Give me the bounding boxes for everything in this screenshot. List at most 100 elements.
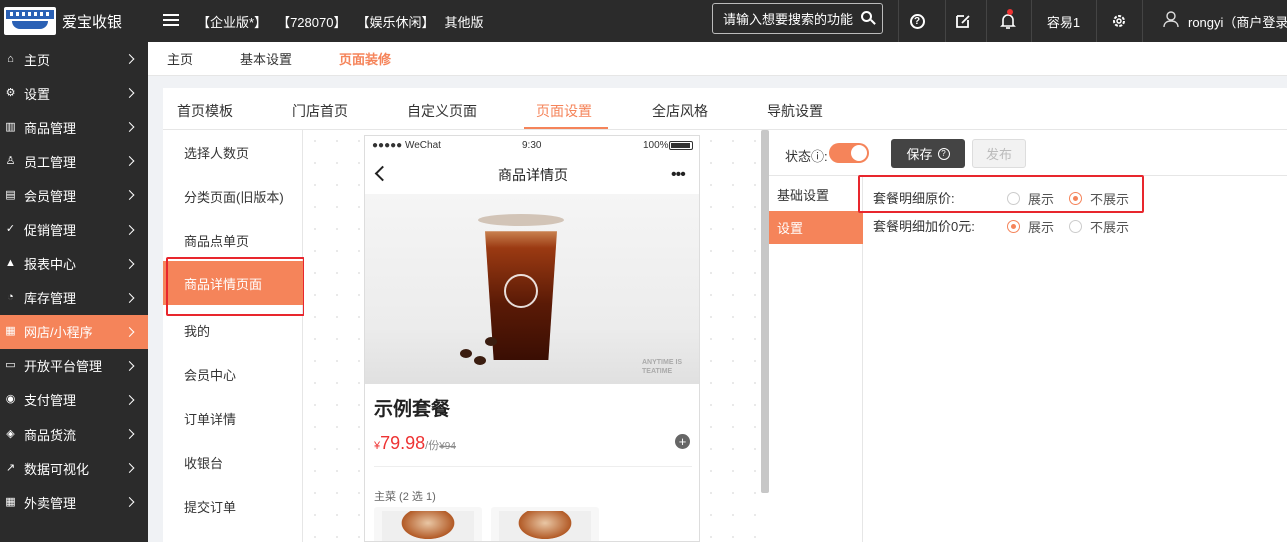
sidebar-item[interactable]: ▭ 开放平台管理 bbox=[0, 349, 148, 383]
radio-hide[interactable]: 不展示 bbox=[1069, 217, 1129, 236]
breadcrumb: 主页 基本设置 页面装修 bbox=[148, 42, 1287, 76]
sidebar-item[interactable]: ▤ 会员管理 bbox=[0, 178, 148, 212]
chevron-right-icon bbox=[124, 88, 135, 99]
phone-status-bar: ●●●●● WeChat 9:30 100% bbox=[365, 136, 699, 156]
gear-icon: ⚙ bbox=[5, 86, 16, 99]
tab-store-home[interactable]: 门店首页 bbox=[292, 101, 348, 121]
tab-store-style[interactable]: 全店风格 bbox=[652, 101, 708, 121]
tab-nav-settings[interactable]: 导航设置 bbox=[767, 101, 823, 121]
sidebar-item[interactable]: ♙ 员工管理 bbox=[0, 144, 148, 178]
chevron-right-icon bbox=[124, 360, 135, 371]
page-list-item[interactable]: 会员中心 bbox=[163, 352, 303, 396]
tab-bar: 首页模板 门店首页 自定义页面 页面设置 全店风格 导航设置 bbox=[163, 88, 1287, 130]
page-list-item[interactable]: 商品点单页 bbox=[163, 218, 303, 262]
tab-page-settings[interactable]: 页面设置 bbox=[536, 101, 592, 121]
user-name[interactable]: rongyi（商户登录 bbox=[1188, 12, 1287, 31]
menu-toggle-icon[interactable] bbox=[163, 11, 179, 27]
preview-scrollbar[interactable] bbox=[761, 130, 769, 493]
settings-nav-settings[interactable]: 设置 bbox=[769, 211, 863, 244]
search-input[interactable]: 请输入想要搜索的功能 bbox=[712, 3, 883, 34]
publish-button[interactable]: 发布 bbox=[972, 139, 1026, 168]
top-bar: 爱宝收银 【企业版*】 【728070】 【娱乐休闲】 其他版 请输入想要搜索的… bbox=[0, 0, 1287, 42]
sidebar-item-label: 网店/小程序 bbox=[24, 325, 93, 341]
highlight-box-option bbox=[858, 175, 1144, 213]
sidebar-item-label: 支付管理 bbox=[24, 393, 77, 409]
sidebar-item-label: 商品货流 bbox=[24, 427, 77, 443]
chevron-right-icon bbox=[124, 292, 135, 303]
status-toggle[interactable] bbox=[829, 143, 869, 163]
sidebar-item[interactable]: ↗ 数据可视化 bbox=[0, 451, 148, 485]
image-caption-line-1: ANYTIME IS bbox=[642, 359, 683, 366]
chevron-right-icon bbox=[124, 395, 135, 405]
battery-text: 100% bbox=[643, 140, 669, 151]
coffee-bean bbox=[474, 356, 486, 365]
sidebar-item-label: 报表中心 bbox=[24, 257, 77, 273]
more-dots-icon[interactable]: ••• bbox=[671, 166, 686, 184]
add-to-cart-icon[interactable]: + bbox=[675, 434, 690, 449]
page-list: 选择人数页 分类页面(旧版本) 商品点单页 商品详情页面 我的 会员中心 订单详情 收银台 提交… bbox=[163, 130, 303, 542]
price-unit: /份 bbox=[425, 440, 440, 452]
status-time: 9:30 bbox=[522, 140, 542, 151]
original-price: ¥94 bbox=[439, 441, 456, 452]
edition-link[interactable]: 【企业版*】 bbox=[197, 12, 267, 31]
store-switch[interactable]: 容易1 bbox=[1031, 0, 1095, 42]
tab-custom-page[interactable]: 自定义页面 bbox=[407, 101, 477, 121]
settings-nav: 基础设置 设置 bbox=[769, 176, 863, 542]
settings-nav-basic[interactable]: 基础设置 bbox=[769, 178, 863, 211]
chevron-right-icon bbox=[124, 258, 135, 269]
battery-icon bbox=[669, 141, 693, 150]
staff-icon: ♙ bbox=[5, 154, 16, 167]
sidebar-item[interactable]: ⌂ 主页 bbox=[0, 42, 148, 76]
save-help-icon: ? bbox=[937, 147, 950, 160]
page-list-item[interactable]: 选择人数页 bbox=[163, 130, 303, 174]
notification-bell-icon[interactable] bbox=[986, 0, 1029, 42]
sidebar-item-label: 库存管理 bbox=[24, 291, 77, 307]
sidebar-item[interactable]: ▦ 网店/小程序 bbox=[0, 314, 148, 349]
breadcrumb-basic-settings[interactable]: 基本设置 bbox=[240, 49, 292, 68]
industry-link[interactable]: 【娱乐休闲】 bbox=[356, 12, 434, 31]
combo-group-label: 主菜 (2 选 1) bbox=[374, 491, 436, 503]
sidebar-item-label: 外卖管理 bbox=[24, 495, 77, 511]
page-list-item[interactable]: 收银台 bbox=[163, 440, 303, 484]
help-icon[interactable]: ? bbox=[898, 0, 935, 42]
cup-logo bbox=[504, 274, 538, 308]
save-button[interactable]: 保存? bbox=[891, 139, 965, 168]
combo-item-thumb[interactable] bbox=[491, 507, 599, 541]
chevron-right-icon bbox=[124, 54, 135, 64]
sidebar-item[interactable]: ▦ 外卖管理 bbox=[0, 485, 148, 519]
radio-show[interactable]: 展示 bbox=[1007, 217, 1054, 236]
status-help-icon[interactable]: ⓘ bbox=[811, 149, 824, 164]
page-list-item[interactable]: 提交订单 bbox=[163, 484, 303, 528]
search-placeholder: 请输入想要搜索的功能 bbox=[723, 12, 854, 27]
page-list-item[interactable]: 订单详情 bbox=[163, 396, 303, 440]
other-version-link[interactable]: 其他版 bbox=[444, 12, 483, 31]
sidebar-item[interactable]: ⚙ 设置 bbox=[0, 76, 148, 110]
sidebar-item[interactable]: ◉ 支付管理 bbox=[0, 383, 148, 417]
sidebar-item-label: 开放平台管理 bbox=[24, 359, 103, 375]
edit-icon[interactable] bbox=[945, 0, 980, 42]
product-price: ¥79.98/份¥94 bbox=[374, 433, 456, 454]
search-icon[interactable] bbox=[861, 11, 872, 22]
sidebar-item[interactable]: ◈ 商品货流 bbox=[0, 417, 148, 451]
coffee-bean bbox=[485, 337, 497, 346]
tab-home-template[interactable]: 首页模板 bbox=[177, 101, 233, 121]
payment-icon: ◉ bbox=[5, 393, 16, 406]
sidebar-item-label: 商品管理 bbox=[24, 120, 77, 136]
chevron-right-icon bbox=[124, 326, 135, 337]
page-list-item[interactable]: 分类页面(旧版本) bbox=[163, 174, 303, 218]
image-caption-line-2: TEATIME bbox=[642, 368, 673, 375]
combo-item-thumb[interactable] bbox=[374, 507, 482, 541]
breadcrumb-page-decoration[interactable]: 页面装修 bbox=[339, 49, 391, 68]
sidebar-item[interactable]: ◔ 库存管理 bbox=[0, 281, 148, 315]
settings-gear-icon[interactable] bbox=[1096, 0, 1140, 42]
breadcrumb-home[interactable]: 主页 bbox=[167, 49, 193, 68]
sidebar-item-label: 设置 bbox=[24, 86, 51, 102]
sidebar-item[interactable]: ▲ 报表中心 bbox=[0, 247, 148, 281]
user-icon bbox=[1163, 11, 1179, 28]
logo[interactable]: 爱宝收银 bbox=[0, 0, 148, 42]
store-icon: ▦ bbox=[5, 325, 16, 338]
sidebar-item[interactable]: ✓ 促销管理 bbox=[0, 212, 148, 246]
price-value: 79.98 bbox=[380, 433, 426, 453]
sidebar-item[interactable]: ▥ 商品管理 bbox=[0, 110, 148, 144]
account-id-link[interactable]: 【728070】 bbox=[277, 12, 346, 31]
